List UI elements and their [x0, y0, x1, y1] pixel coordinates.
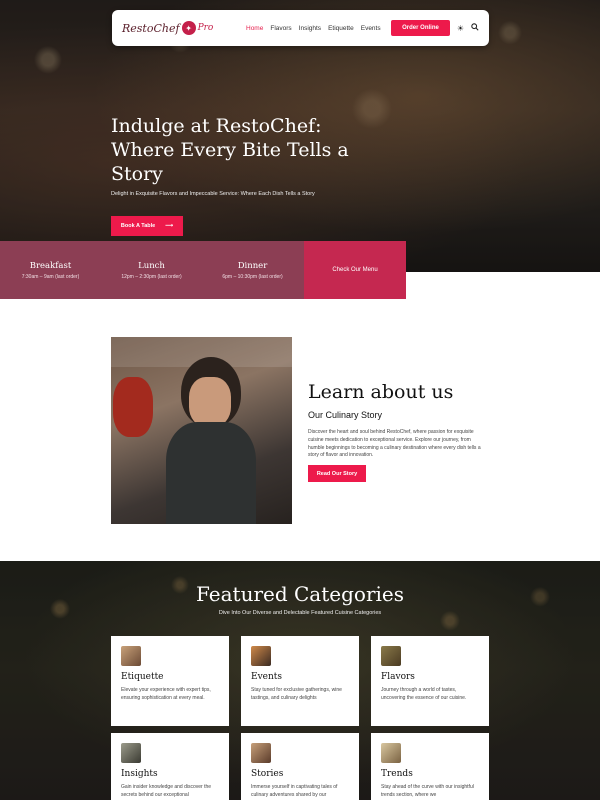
logo-text: RestoChef	[122, 21, 180, 35]
category-card-trends[interactable]: Trends Stay ahead of the curve with our …	[371, 733, 489, 800]
logo[interactable]: RestoChef ✦ Pro	[122, 16, 242, 40]
event-icon	[251, 646, 271, 666]
card-title: Flavors	[381, 672, 415, 682]
card-text: Immerse yourself in captivating tales of…	[251, 784, 338, 798]
search-icon[interactable]	[471, 23, 479, 33]
hours-title: Dinner	[237, 260, 268, 271]
book-table-label: Book A Table	[120, 223, 156, 229]
categories-title: Featured Categories	[195, 582, 405, 606]
card-text: Journey through a world of tastes, uncov…	[381, 687, 467, 701]
read-story-button[interactable]: Read Our Story	[308, 465, 366, 482]
card-title: Trends	[381, 769, 413, 779]
about-title: Learn about us	[308, 381, 454, 403]
flavors-icon	[381, 646, 401, 666]
nav-link-etiquette[interactable]: Etiquette	[328, 25, 354, 32]
trends-icon	[381, 743, 401, 763]
hours-title: Breakfast	[29, 260, 72, 271]
hours-title: Lunch	[138, 260, 165, 271]
insights-icon	[121, 743, 141, 763]
category-card-insights[interactable]: Insights Gain insider knowledge and disc…	[111, 733, 229, 800]
logo-pro-text: Pro	[197, 23, 214, 33]
nav-link-home[interactable]: Home	[246, 25, 263, 32]
card-title: Insights	[121, 769, 158, 779]
card-title: Stories	[251, 769, 284, 779]
hero-section: RestoChef ✦ Pro Home Flavors Insights Et…	[0, 0, 600, 272]
hours-time: 6pm – 10:30pm (last order)	[222, 273, 283, 280]
about-subtitle: Our Culinary Story	[308, 410, 383, 420]
stories-icon	[251, 743, 271, 763]
order-online-button[interactable]: Order Online	[391, 20, 450, 36]
category-card-events[interactable]: Events Stay tuned for exclusive gatherin…	[241, 636, 359, 726]
nav-link-flavors[interactable]: Flavors	[270, 25, 291, 32]
chef-photo	[111, 337, 292, 524]
hours-breakfast: Breakfast 7:30am – 9am (last order)	[0, 261, 101, 280]
featured-categories-section: Featured Categories Dive Into Our Divers…	[0, 561, 600, 800]
hours-time: 12pm – 2:30pm (last order)	[121, 273, 182, 280]
chef-hat-icon: ✦	[181, 21, 196, 35]
card-text: Elevate your experience with expert tips…	[121, 687, 211, 701]
hero-subtitle: Delight in Exquisite Flavors and Impecca…	[111, 191, 315, 197]
categories-subtitle: Dive Into Our Diverse and Delectable Fea…	[218, 610, 382, 616]
dining-table-icon	[121, 646, 141, 666]
hours-dinner: Dinner 6pm – 10:30pm (last order)	[202, 261, 303, 280]
about-description: Discover the heart and soul behind Resto…	[308, 429, 481, 459]
arrow-right-icon: ⟶	[165, 223, 174, 229]
check-menu-button[interactable]: Check Our Menu	[304, 241, 406, 299]
nav-link-events[interactable]: Events	[361, 25, 381, 32]
theme-toggle-icon[interactable]: ☀	[457, 24, 464, 33]
card-text: Stay ahead of the curve with our insight…	[381, 784, 474, 798]
card-text: Stay tuned for exclusive gatherings, win…	[251, 687, 342, 701]
hero-title: Indulge at RestoChef: Where Every Bite T…	[111, 115, 349, 185]
nav-link-insights[interactable]: Insights	[299, 25, 321, 32]
opening-hours-bar: Breakfast 7:30am – 9am (last order) Lunc…	[0, 241, 406, 299]
navbar: RestoChef ✦ Pro Home Flavors Insights Et…	[112, 10, 489, 46]
category-card-flavors[interactable]: Flavors Journey through a world of taste…	[371, 636, 489, 726]
book-table-button[interactable]: Book A Table ⟶	[111, 216, 183, 236]
hours-time: 7:30am – 9am (last order)	[21, 273, 80, 280]
card-text: Gain insider knowledge and discover the …	[121, 784, 212, 798]
hours-lunch: Lunch 12pm – 2:30pm (last order)	[101, 261, 202, 280]
category-card-stories[interactable]: Stories Immerse yourself in captivating …	[241, 733, 359, 800]
card-title: Etiquette	[121, 672, 164, 682]
card-title: Events	[251, 672, 283, 682]
nav-links: Home Flavors Insights Etiquette Events	[246, 25, 381, 32]
category-card-etiquette[interactable]: Etiquette Elevate your experience with e…	[111, 636, 229, 726]
